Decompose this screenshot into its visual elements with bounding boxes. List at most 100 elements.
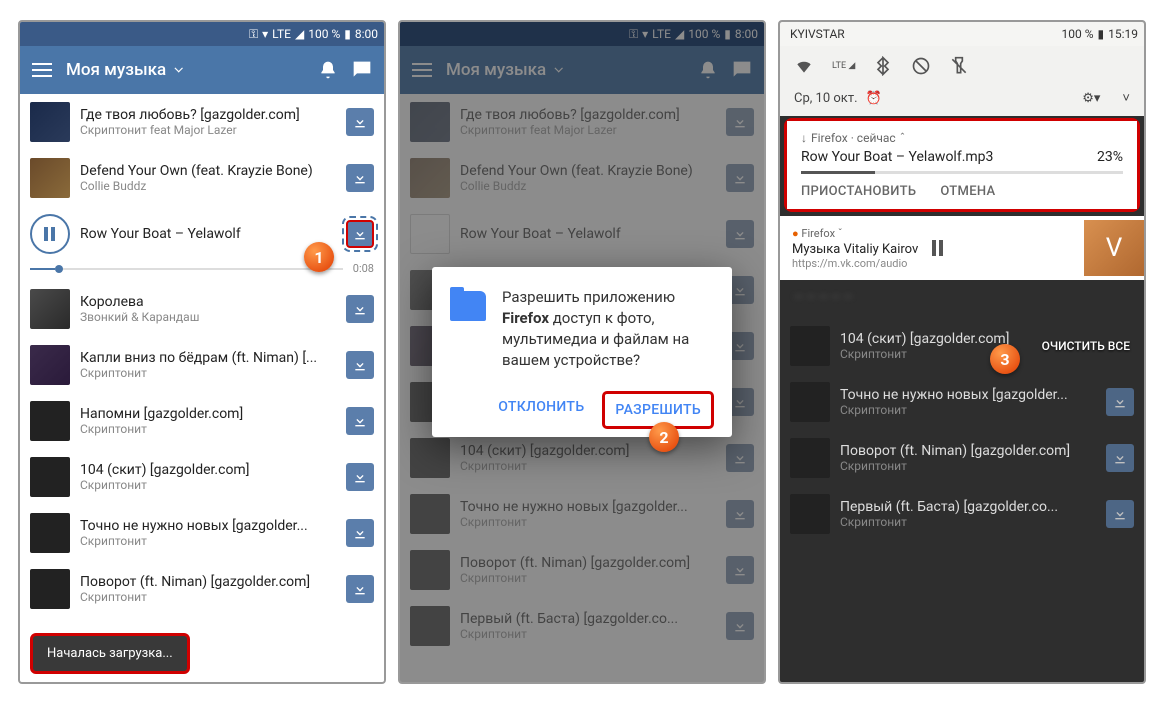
clock: 8:00 — [355, 27, 378, 41]
track-artist: Скриптонит feat Major Lazer — [80, 123, 336, 137]
chevron-down-icon — [175, 64, 183, 72]
track-title: Точно не нужно новых [gazgolder... — [80, 518, 336, 534]
download-filename: Row Your Boat – Yelawolf.mp3 — [801, 149, 993, 165]
chevron-up-icon[interactable]: ˆ — [900, 131, 906, 145]
track-artist: Скриптонит — [80, 478, 336, 492]
track-row[interactable]: 104 (скит) [gazgolder.com]Скриптонит — [20, 449, 384, 505]
dnd-icon[interactable] — [911, 56, 931, 76]
track-list: Где твоя любовь? [gazgolder.com]Скриптон… — [20, 94, 384, 617]
settings-icon[interactable]: ⚙▾ — [1082, 91, 1100, 106]
album-art — [30, 289, 70, 329]
download-button[interactable] — [346, 463, 374, 491]
quick-settings: LTE ◢ Ср, 10 окт. ⏰ ⚙▾ ˅ — [780, 46, 1144, 116]
cancel-download-button[interactable]: ОТМЕНА — [940, 184, 995, 199]
track-row[interactable]: Поворот (ft. Niman) [gazgolder.com]Скрип… — [20, 561, 384, 617]
album-art — [30, 569, 70, 609]
track-time: 0:08 — [353, 262, 374, 275]
status-bar: ⚿ ▾ LTE ◢ 100 % ▮ 8:00 — [20, 22, 384, 46]
pause-download-button[interactable]: ПРИОСТАНОВИТЬ — [801, 184, 916, 199]
track-row: Точно не нужно новых [gazgolder...Скрипт… — [780, 374, 1144, 430]
chevron-down-icon[interactable]: ˇ — [838, 227, 843, 240]
callout-2: 2 — [649, 422, 679, 452]
media-pause-button[interactable] — [932, 240, 946, 256]
deny-button[interactable]: ОТКЛОНИТЬ — [488, 391, 594, 429]
download-button[interactable] — [346, 351, 374, 379]
battery-icon: ▮ — [344, 27, 351, 41]
firefox-media-notification[interactable]: ● Firefox ˇ Музыка Vitaliy Kairov https:… — [780, 216, 1144, 280]
track-row[interactable]: КоролеваЗвонкий & Карандаш — [20, 281, 384, 337]
notification-header: ● Firefox ˇ — [792, 227, 918, 240]
download-notification[interactable]: ↓ Firefox · сейчас ˆ Row Your Boat – Yel… — [787, 121, 1137, 209]
media-thumbnail: V — [1084, 220, 1144, 276]
date-label: Ср, 10 окт. — [794, 91, 858, 106]
track-row: 104 (скит) [gazgolder.com]СкриптонитОЧИС… — [780, 318, 1144, 374]
track-title: Напомни [gazgolder.com] — [80, 406, 336, 422]
clear-all-button[interactable]: ОЧИСТИТЬ ВСЕ — [1042, 339, 1130, 353]
download-button[interactable] — [346, 575, 374, 603]
status-bar: KYIVSTAR 100 % ▮ 15:19 — [780, 22, 1144, 46]
notification-header: ↓ Firefox · сейчас ˆ — [801, 131, 1123, 145]
qs-date-row: Ср, 10 окт. ⏰ ⚙▾ ˅ — [780, 86, 1144, 116]
download-button[interactable] — [346, 164, 374, 192]
wifi-icon[interactable] — [794, 56, 814, 76]
track-title: 104 (скит) [gazgolder.com] — [80, 462, 336, 478]
callout-3: 3 — [990, 344, 1020, 374]
flashlight-icon[interactable] — [949, 56, 969, 76]
phone-screen-3: KYIVSTAR 100 % ▮ 15:19 LTE ◢ Ср, 10 окт.… — [778, 20, 1146, 684]
download-button[interactable] — [346, 295, 374, 323]
track-artist: Звонкий & Карандаш — [80, 310, 336, 324]
folder-icon — [450, 291, 486, 321]
wifi-icon: ▾ — [262, 27, 268, 41]
track-row: Поворот (ft. Niman) [gazgolder.com]Скрип… — [780, 430, 1144, 486]
track-title: Defend Your Own (feat. Krayzie Bone) — [80, 163, 336, 179]
media-title: Музыка Vitaliy Kairov — [792, 242, 918, 257]
track-row[interactable]: Капли вниз по бёдрам (ft. Niman) [...Скр… — [20, 337, 384, 393]
page-title[interactable]: Моя музыка — [66, 60, 182, 80]
carrier-label: KYIVSTAR — [786, 27, 845, 41]
download-button[interactable] — [346, 220, 374, 248]
callout-1: 1 — [304, 242, 334, 272]
track-row[interactable]: Точно не нужно новых [gazgolder...Скрипт… — [20, 505, 384, 561]
menu-icon[interactable] — [32, 63, 52, 77]
chat-icon[interactable] — [352, 60, 372, 80]
lte-indicator: LTE — [272, 27, 291, 41]
album-art — [30, 345, 70, 385]
expand-icon[interactable]: ˅ — [1122, 90, 1130, 106]
track-row[interactable]: Напомни [gazgolder.com]Скриптонит — [20, 393, 384, 449]
phone-screen-2: ⚿ ▾ LTE ◢ 100 % ▮ 8:00 Моя музыка Где тв… — [398, 20, 766, 684]
pause-button[interactable] — [30, 214, 70, 254]
album-art — [30, 158, 70, 198]
download-icon: ↓ — [801, 131, 807, 145]
track-artist: Скриптонит — [80, 366, 336, 380]
dialog-text: Разрешить приложению Firefox доступ к фо… — [502, 287, 714, 371]
download-percent: 23% — [1097, 149, 1123, 165]
album-art — [30, 457, 70, 497]
bell-icon[interactable] — [318, 60, 338, 80]
clock: 15:19 — [1108, 27, 1138, 41]
download-button[interactable] — [346, 407, 374, 435]
battery-text: 100 % — [1062, 27, 1094, 41]
track-row[interactable]: Defend Your Own (feat. Krayzie Bone)Coll… — [20, 150, 384, 206]
bluetooth-icon[interactable] — [873, 56, 893, 76]
track-title: Капли вниз по бёдрам (ft. Niman) [... — [80, 350, 336, 366]
blurred-notification: — — — — — — [780, 280, 1144, 314]
progress-bar — [801, 171, 1123, 174]
signal-icon: ◢ — [295, 27, 304, 41]
track-title: Королева — [80, 294, 336, 310]
track-artist: Скриптонит — [80, 422, 336, 436]
battery-text: 100 % — [308, 27, 340, 41]
lte-indicator[interactable]: LTE ◢ — [832, 61, 855, 71]
track-row[interactable]: Где твоя любовь? [gazgolder.com]Скриптон… — [20, 94, 384, 150]
track-row: Первый (ft. Баста) [gazgolder.co...Скрип… — [780, 486, 1144, 542]
toast-download-started: Началась загрузка... — [30, 633, 190, 674]
track-artist: Collie Buddz — [80, 179, 336, 193]
download-button[interactable] — [346, 519, 374, 547]
key-icon: ⚿ — [249, 27, 258, 42]
track-title: Row Your Boat – Yelawolf — [80, 226, 336, 242]
track-title: Поворот (ft. Niman) [gazgolder.com] — [80, 574, 336, 590]
album-art — [30, 513, 70, 553]
quick-settings-icons[interactable]: LTE ◢ — [780, 46, 1144, 86]
battery-icon: ▮ — [1098, 27, 1105, 41]
album-art — [30, 401, 70, 441]
download-button[interactable] — [346, 108, 374, 136]
